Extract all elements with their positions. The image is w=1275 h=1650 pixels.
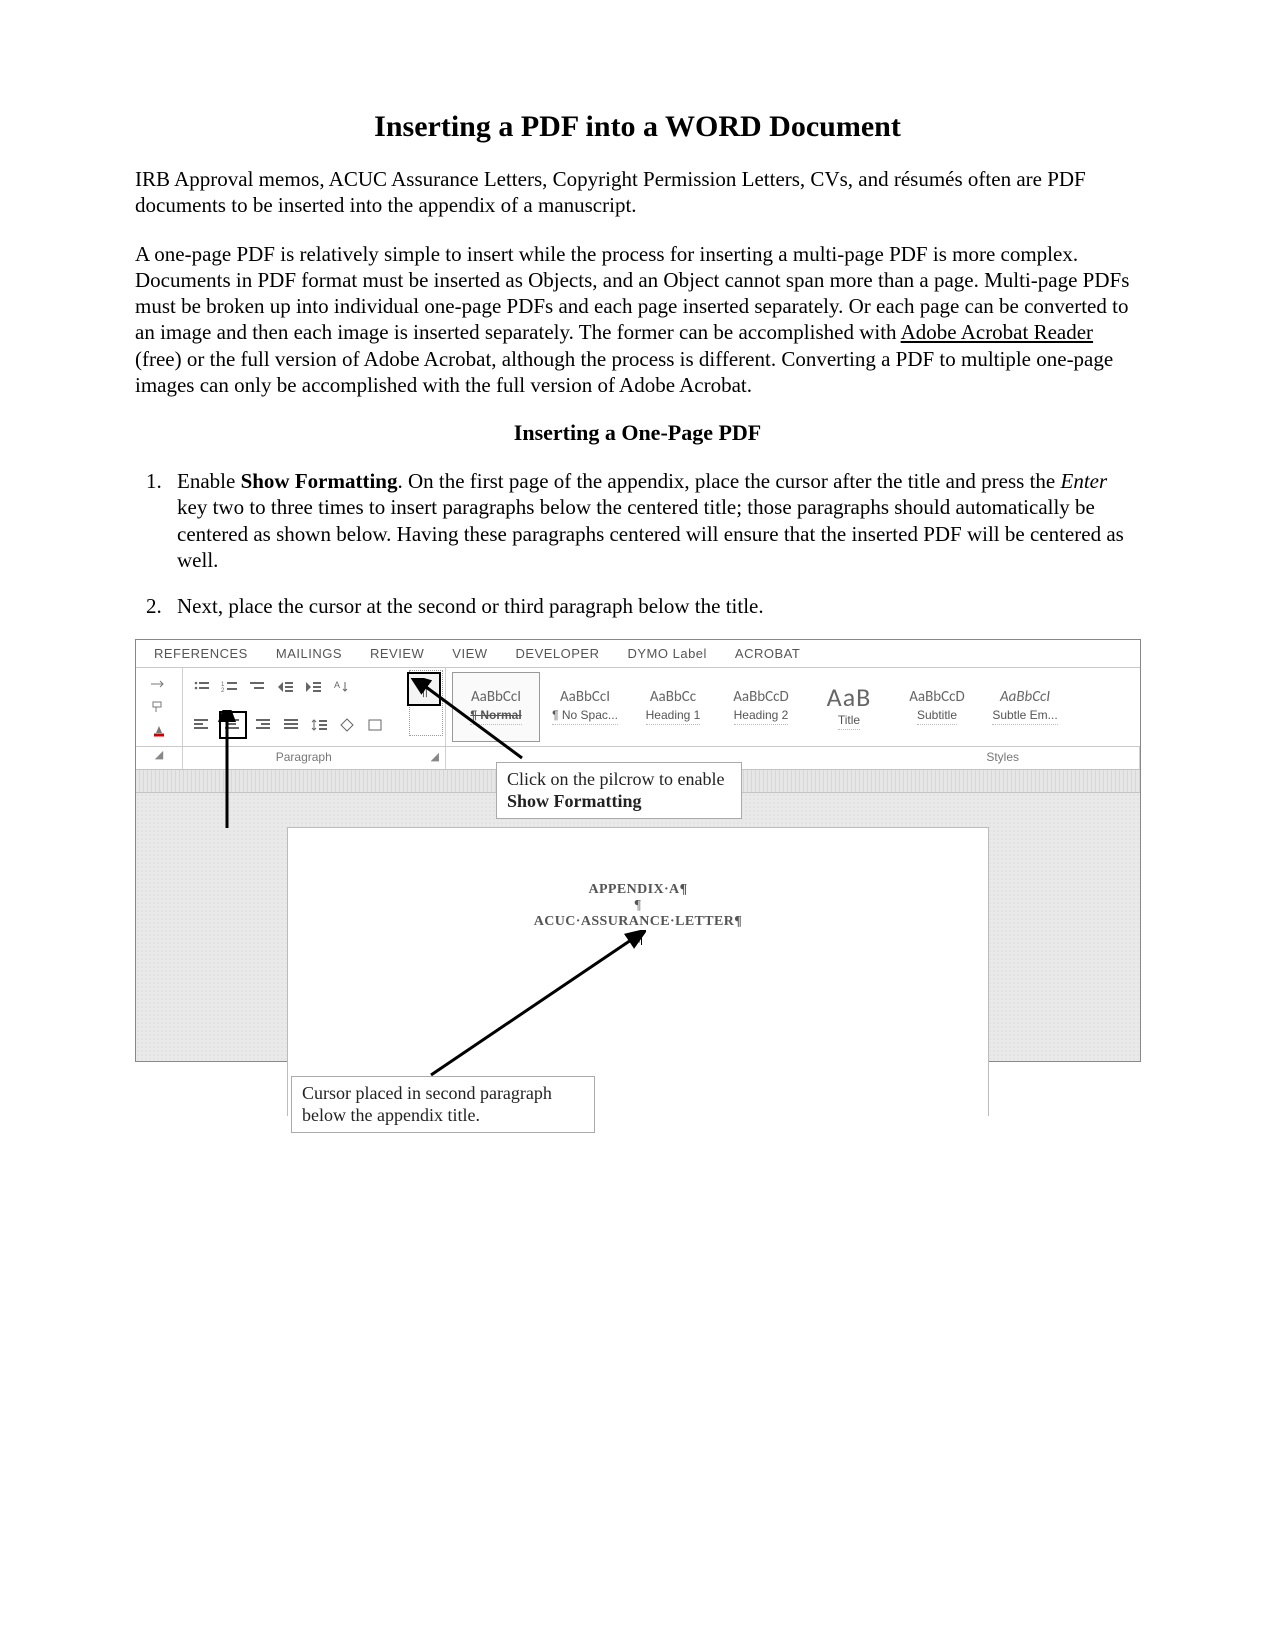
document-area: APPENDIX·A¶ ¶ ACUC·ASSURANCE·LETTER¶ ¶ — [136, 793, 1140, 1061]
cursor-callout: Cursor placed in second paragraph below … — [291, 1076, 595, 1133]
style-no-spacing[interactable]: AaBbCcI ¶ No Spac... — [542, 672, 628, 742]
align-left-icon[interactable] — [191, 714, 213, 736]
font-dropdown-icon[interactable] — [150, 677, 168, 691]
ribbon-tab-row: REFERENCES MAILINGS REVIEW VIEW DEVELOPE… — [136, 640, 1140, 668]
svg-text:A: A — [334, 680, 340, 690]
sort-icon[interactable]: A — [331, 676, 353, 698]
styles-group: AaBbCcI ¶ Normal AaBbCcI ¶ No Spac... Aa… — [446, 668, 1140, 746]
step-1: Enable Show Formatting. On the first pag… — [167, 468, 1140, 573]
page-title: Inserting a PDF into a WORD Document — [135, 110, 1140, 144]
bullets-icon[interactable] — [191, 676, 213, 698]
pilcrow-callout: Click on the pilcrow to enable Show Form… — [496, 762, 742, 819]
font-dialog-launcher-icon[interactable]: ◢ — [149, 749, 169, 761]
paragraph-dialog-launcher-icon[interactable]: ◢ — [425, 750, 445, 763]
numbering-icon[interactable]: 12 — [219, 676, 241, 698]
align-center-icon[interactable] — [219, 711, 247, 739]
section-title: Inserting a One-Page PDF — [135, 420, 1140, 446]
step1-italic: Enter — [1061, 469, 1108, 493]
intro-paragraph-2: A one-page PDF is relatively simple to i… — [135, 241, 1140, 399]
tab-view[interactable]: VIEW — [452, 646, 487, 661]
doc-line-pilcrow1: ¶ — [288, 898, 988, 914]
document-page[interactable]: APPENDIX·A¶ ¶ ACUC·ASSURANCE·LETTER¶ ¶ — [287, 827, 989, 1116]
increase-indent-icon[interactable] — [303, 676, 325, 698]
paragraph-group: 12 A ¶ — [183, 668, 446, 746]
tab-review[interactable]: REVIEW — [370, 646, 424, 661]
justify-icon[interactable] — [281, 714, 303, 736]
doc-line-acuc: ACUC·ASSURANCE·LETTER¶ — [288, 914, 988, 930]
intro2-part-b: (free) or the full version of Adobe Acro… — [135, 347, 1113, 397]
show-formatting-button[interactable]: ¶ — [407, 672, 441, 706]
decrease-indent-icon[interactable] — [275, 676, 297, 698]
word-ribbon-screenshot: REFERENCES MAILINGS REVIEW VIEW DEVELOPE… — [135, 639, 1141, 1062]
step-2: Next, place the cursor at the second or … — [167, 593, 1140, 619]
multilevel-list-icon[interactable] — [247, 676, 269, 698]
font-color-icon[interactable] — [150, 724, 168, 738]
tab-dymo[interactable]: DYMO Label — [628, 646, 707, 661]
font-group-edge — [136, 668, 183, 746]
doc-line-pilcrow2: ¶ — [288, 930, 988, 946]
style-heading1[interactable]: AaBbCc Heading 1 — [630, 672, 716, 742]
style-subtle-emphasis[interactable]: AaBbCcI Subtle Em... — [982, 672, 1068, 742]
tab-mailings[interactable]: MAILINGS — [276, 646, 342, 661]
doc-line-appendix: APPENDIX·A¶ — [288, 882, 988, 898]
style-subtitle[interactable]: AaBbCcD Subtitle — [894, 672, 980, 742]
line-spacing-icon[interactable] — [309, 714, 331, 736]
steps-list: Enable Show Formatting. On the first pag… — [135, 468, 1140, 619]
intro-paragraph-1: IRB Approval memos, ACUC Assurance Lette… — [135, 166, 1140, 219]
borders-icon[interactable] — [365, 714, 387, 736]
tab-developer[interactable]: DEVELOPER — [516, 646, 600, 661]
paragraph-group-label: Paragraph ◢ — [183, 747, 446, 769]
svg-text:2: 2 — [221, 688, 225, 694]
text-cursor-icon — [641, 931, 642, 945]
adobe-reader-link[interactable]: Adobe Acrobat Reader — [901, 320, 1093, 344]
step1-bold: Show Formatting — [241, 469, 398, 493]
style-heading2[interactable]: AaBbCcD Heading 2 — [718, 672, 804, 742]
align-right-icon[interactable] — [253, 714, 275, 736]
style-title[interactable]: AaB Title — [806, 672, 892, 742]
format-painter-icon[interactable] — [150, 700, 168, 714]
shading-icon[interactable] — [337, 714, 359, 736]
style-normal[interactable]: AaBbCcI ¶ Normal — [452, 672, 540, 742]
tab-references[interactable]: REFERENCES — [154, 646, 248, 661]
tab-acrobat[interactable]: ACROBAT — [735, 646, 800, 661]
